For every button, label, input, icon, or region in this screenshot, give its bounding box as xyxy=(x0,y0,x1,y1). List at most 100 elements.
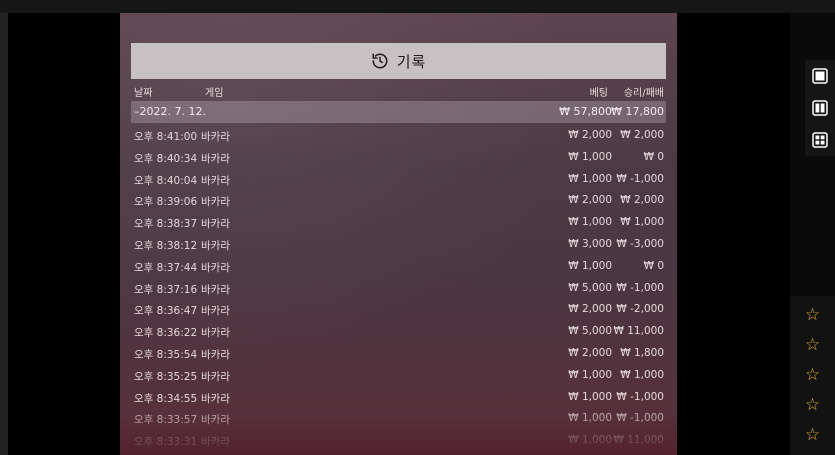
row-result: ₩ -1,000 xyxy=(616,390,664,403)
history-header: 기록 xyxy=(131,43,666,79)
row-time: 오후 8:38:12 xyxy=(134,239,198,252)
row-time: 오후 8:33:57 xyxy=(134,414,198,427)
column-bet: 베팅 xyxy=(589,88,608,99)
row-result: ₩ -3,000 xyxy=(616,237,664,250)
row-game: 바카라 xyxy=(201,218,230,231)
row-result: ₩ 11,000 xyxy=(613,434,664,447)
star-icon[interactable]: ☆ xyxy=(805,336,820,354)
row-time: 오후 8:40:04 xyxy=(134,174,198,187)
row-time: 오후 8:37:44 xyxy=(134,261,198,274)
history-row[interactable]: 오후 8:40:04 바카라 ₩ 1,000 ₩ -1,000 xyxy=(131,169,666,191)
row-result: ₩ -1,000 xyxy=(616,412,664,425)
star-icon[interactable]: ☆ xyxy=(805,427,820,444)
row-time: 오후 8:34:55 xyxy=(134,392,198,405)
row-result: ₩ 1,800 xyxy=(620,346,664,359)
row-time: 오후 8:35:25 xyxy=(134,370,198,383)
row-bet: ₩ 5,000 xyxy=(568,281,612,294)
row-game: 바카라 xyxy=(201,305,230,318)
row-bet: ₩ 1,000 xyxy=(568,368,612,381)
row-game: 바카라 xyxy=(201,414,230,427)
row-time: 오후 8:36:47 xyxy=(134,305,198,318)
star-icon[interactable]: ☆ xyxy=(805,397,820,414)
row-time: 오후 8:41:00 xyxy=(134,131,198,143)
history-row[interactable]: 오후 8:33:31 바카라 ₩ 1,000 ₩ 11,000 xyxy=(131,430,666,452)
row-bet: ₩ 1,000 xyxy=(568,150,612,163)
row-time: 오후 8:38:37 xyxy=(134,218,198,231)
row-time: 오후 8:39:06 xyxy=(134,196,198,209)
history-row[interactable]: 오후 8:36:47 바카라 ₩ 2,000 ₩ -2,000 xyxy=(131,299,666,321)
row-game: 바카라 xyxy=(201,436,230,449)
favorites-bar: ☆ ☆ ☆ ☆ ☆ xyxy=(790,296,835,455)
row-game: 바카라 xyxy=(201,152,230,165)
layout-toolbar xyxy=(805,60,835,156)
date-group-label: –2022. 7. 12. xyxy=(134,105,206,118)
row-bet: ₩ 1,000 xyxy=(568,412,612,425)
date-group-row[interactable]: –2022. 7. 12. ₩ 57,800 ₩ 17,800 xyxy=(131,101,666,123)
row-game: 바카라 xyxy=(201,196,230,209)
row-bet: ₩ 1,000 xyxy=(568,390,612,403)
row-bet: ₩ 1,000 xyxy=(568,172,612,185)
column-date: 날짜 xyxy=(134,88,153,99)
row-bet: ₩ 5,000 xyxy=(568,325,612,338)
row-result: ₩ 0 xyxy=(643,150,664,163)
row-result: ₩ 0 xyxy=(643,259,664,272)
history-row[interactable]: 오후 8:38:37 바카라 ₩ 1,000 ₩ 1,000 xyxy=(131,212,666,234)
column-result: 승리/패배 xyxy=(623,88,664,99)
history-row[interactable]: 오후 8:38:12 바카라 ₩ 3,000 ₩ -3,000 xyxy=(131,234,666,256)
single-view-icon[interactable] xyxy=(812,68,828,84)
row-result: ₩ 2,000 xyxy=(620,129,664,141)
row-game: 바카라 xyxy=(201,174,230,187)
row-game: 바카라 xyxy=(201,261,230,274)
date-group-result-total: ₩ 17,800 xyxy=(611,105,664,118)
row-result: ₩ -2,000 xyxy=(616,303,664,316)
row-result: ₩ -1,000 xyxy=(616,281,664,294)
star-icon[interactable]: ☆ xyxy=(805,306,820,324)
row-bet: ₩ 2,000 xyxy=(568,194,612,207)
row-result: ₩ 1,000 xyxy=(620,216,664,229)
row-game: 바카라 xyxy=(201,283,230,296)
history-row[interactable]: 오후 8:37:16 바카라 ₩ 5,000 ₩ -1,000 xyxy=(131,278,666,300)
row-game: 바카라 xyxy=(201,327,230,340)
row-bet: ₩ 2,000 xyxy=(568,303,612,316)
row-game: 바카라 xyxy=(201,392,230,405)
row-game: 바카라 xyxy=(201,370,230,383)
history-row[interactable]: 오후 8:35:54 바카라 ₩ 2,000 ₩ 1,800 xyxy=(131,343,666,365)
row-bet: ₩ 1,000 xyxy=(568,259,612,272)
row-bet: ₩ 2,000 xyxy=(568,346,612,359)
column-headers: 날짜 게임 베팅 승리/패배 xyxy=(131,82,666,100)
date-group-bet-total: ₩ 57,800 xyxy=(559,105,612,118)
history-icon xyxy=(372,53,388,69)
grid-view-icon[interactable] xyxy=(812,132,828,148)
split-view-icon[interactable] xyxy=(812,100,828,116)
row-result: ₩ 2,000 xyxy=(620,194,664,207)
row-result: ₩ -1,000 xyxy=(616,172,664,185)
history-row[interactable]: 오후 8:34:55 바카라 ₩ 1,000 ₩ -1,000 xyxy=(131,387,666,409)
history-row[interactable]: 오후 8:36:22 바카라 ₩ 5,000 ₩ 11,000 xyxy=(131,321,666,343)
left-edge xyxy=(0,13,8,455)
history-title: 기록 xyxy=(396,52,427,71)
history-row[interactable]: 오후 8:37:44 바카라 ₩ 1,000 ₩ 0 xyxy=(131,256,666,278)
row-time: 오후 8:33:31 xyxy=(134,436,198,449)
row-bet: ₩ 1,000 xyxy=(568,434,612,447)
row-bet: ₩ 1,000 xyxy=(568,216,612,229)
row-bet: ₩ 2,000 xyxy=(568,129,612,141)
row-time: 오후 8:36:22 xyxy=(134,327,198,340)
history-row[interactable]: 오후 8:35:25 바카라 ₩ 1,000 ₩ 1,000 xyxy=(131,365,666,387)
row-time: 오후 8:40:34 xyxy=(134,152,198,165)
column-game: 게임 xyxy=(205,88,224,99)
row-time: 오후 8:35:54 xyxy=(134,348,198,361)
row-result: ₩ 11,000 xyxy=(613,325,664,338)
history-row[interactable]: 오후 8:39:06 바카라 ₩ 2,000 ₩ 2,000 xyxy=(131,190,666,212)
row-bet: ₩ 3,000 xyxy=(568,237,612,250)
row-time: 오후 8:37:16 xyxy=(134,283,198,296)
row-result: ₩ 1,000 xyxy=(620,368,664,381)
history-row[interactable]: 오후 8:41:00 바카라 ₩ 2,000 ₩ 2,000 xyxy=(131,125,666,147)
history-row[interactable]: 오후 8:40:34 바카라 ₩ 1,000 ₩ 0 xyxy=(131,147,666,169)
history-row[interactable]: 오후 8:33:57 바카라 ₩ 1,000 ₩ -1,000 xyxy=(131,408,666,430)
history-list: 오후 8:41:00 바카라 ₩ 2,000 ₩ 2,000 오후 8:40:34 바카라… xyxy=(131,125,666,452)
history-panel: 기록 날짜 게임 베팅 승리/패배 –2022. 7. 12. ₩ 57,800… xyxy=(120,13,677,455)
top-bar xyxy=(0,0,835,13)
row-game: 바카라 xyxy=(201,131,230,143)
star-icon[interactable]: ☆ xyxy=(805,366,820,384)
row-game: 바카라 xyxy=(201,348,230,361)
